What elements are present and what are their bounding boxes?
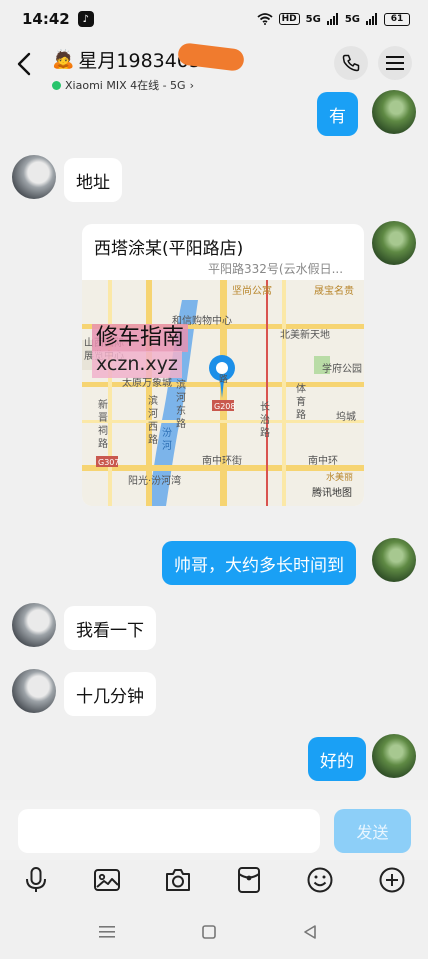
home-button[interactable] [199, 922, 219, 942]
map-label: 路 [148, 433, 158, 446]
send-button[interactable]: 发送 [334, 809, 411, 853]
red-packet-icon [238, 867, 260, 893]
map-label: 东 [176, 404, 186, 417]
plus-icon [379, 867, 405, 893]
composer: 发送 [0, 800, 428, 860]
signal-2-label: 5G [344, 13, 360, 25]
voice-button[interactable] [20, 864, 52, 896]
map-label: 坞城 [336, 410, 356, 423]
message-bubble-out[interactable]: 有 [317, 92, 358, 136]
map-label: 路 [176, 417, 186, 430]
watermark-title: 修车指南 [92, 324, 189, 352]
my-avatar[interactable] [372, 221, 416, 265]
location-map: 坚尚公寓 晟宝名贵 和信购物中心 北美新天地 山西国际 展览中心 学府公园 太原… [82, 280, 364, 506]
map-label: 河 [148, 408, 158, 420]
hd-badge: HD [278, 13, 300, 25]
map-label: 河 [176, 392, 186, 404]
map-label: 南中环 [308, 454, 338, 467]
status-icons: HD 5G 5G 61 [257, 12, 410, 26]
map-label: 体 [296, 383, 306, 395]
map-label: 北美新天地 [280, 328, 330, 341]
map-label: 阳光·汾河湾 [128, 474, 181, 487]
my-avatar[interactable] [372, 90, 416, 134]
chevron-left-icon [17, 52, 31, 76]
my-avatar[interactable] [372, 538, 416, 582]
map-label: 治 [260, 413, 270, 426]
triangle-back-icon [304, 925, 316, 939]
map-label: 滨 [148, 394, 158, 407]
map-label: 晋 [98, 412, 108, 424]
contact-avatar[interactable] [12, 603, 56, 647]
message-bubble-out[interactable]: 好的 [308, 737, 366, 781]
menu-button[interactable] [378, 46, 412, 80]
map-logo: 腾讯地图 [312, 486, 352, 499]
map-label: 河 [162, 440, 172, 452]
signal-1-label: 5G [305, 13, 321, 25]
back-nav-button[interactable] [300, 922, 320, 942]
map-label: 长 [260, 401, 270, 413]
map-label: 路 [296, 408, 306, 421]
composer-toolbar [0, 860, 428, 900]
message-input[interactable] [18, 809, 320, 853]
map-label: G307 [98, 458, 119, 467]
map-label: 路 [260, 426, 270, 439]
red-packet-button[interactable] [233, 864, 265, 896]
signal-1-icon [326, 13, 338, 25]
phone-icon [342, 54, 360, 72]
recents-button[interactable] [97, 922, 117, 942]
map-label: 新 [98, 398, 108, 411]
call-button[interactable] [334, 46, 368, 80]
map-label: 南中环街 [202, 454, 242, 467]
contact-avatar[interactable] [12, 155, 56, 199]
status-bar: 14:42 ♪ HD 5G 5G 61 [0, 0, 428, 38]
status-time: 14:42 [22, 10, 70, 28]
mic-icon [26, 867, 46, 892]
back-button[interactable] [10, 50, 38, 78]
map-label: G208 [214, 402, 235, 411]
title-emoji: 🙇 [52, 49, 75, 70]
system-nav-bar [0, 912, 428, 952]
map-label: 路 [98, 437, 108, 450]
map-label: 滨 [176, 378, 186, 391]
message-bubble-in[interactable]: 地址 [64, 158, 122, 202]
map-label: 晟宝名贵 [314, 284, 354, 297]
message-bubble-out[interactable]: 帅哥，大约多长时间到 [162, 541, 356, 585]
message-bubble-in[interactable]: 十几分钟 [64, 672, 156, 716]
map-label: 育 [296, 395, 306, 408]
map-label: 祠 [98, 424, 108, 437]
emoji-button[interactable] [304, 864, 336, 896]
message-bubble-in[interactable]: 我看一下 [64, 606, 156, 650]
location-address: 平阳路332号(云水假日... [208, 262, 344, 276]
map-label: 坚尚公寓 [232, 284, 272, 297]
my-avatar[interactable] [372, 734, 416, 778]
menu-icon [386, 56, 404, 70]
emoji-icon [307, 867, 333, 893]
more-button[interactable] [376, 864, 408, 896]
camera-icon [166, 869, 190, 891]
battery-icon: 61 [384, 12, 410, 26]
message-list[interactable]: 有 地址 西塔涂某(平阳路店) 平阳路332号(云水假日... 坚尚公寓 晟宝名… [0, 86, 428, 800]
map-label: 学府公园 [322, 362, 362, 375]
map-label: 路 [219, 373, 228, 385]
tiktok-icon: ♪ [77, 11, 94, 27]
camera-button[interactable] [162, 864, 194, 896]
image-icon [94, 869, 120, 891]
square-icon [202, 925, 216, 939]
wifi-icon [257, 13, 273, 25]
map-label: 汾 [162, 427, 172, 439]
signal-2-icon [366, 13, 377, 25]
watermark-url: xczn.xyz [92, 351, 182, 378]
contact-avatar[interactable] [12, 669, 56, 713]
image-button[interactable] [91, 864, 123, 896]
watermark: 修车指南 xczn.xyz [92, 324, 210, 378]
menu-lines-icon [99, 926, 115, 938]
map-label: 水美丽 [326, 471, 353, 483]
location-title: 西塔涂某(平阳路店) [94, 239, 244, 259]
map-label: 西 [148, 422, 158, 433]
